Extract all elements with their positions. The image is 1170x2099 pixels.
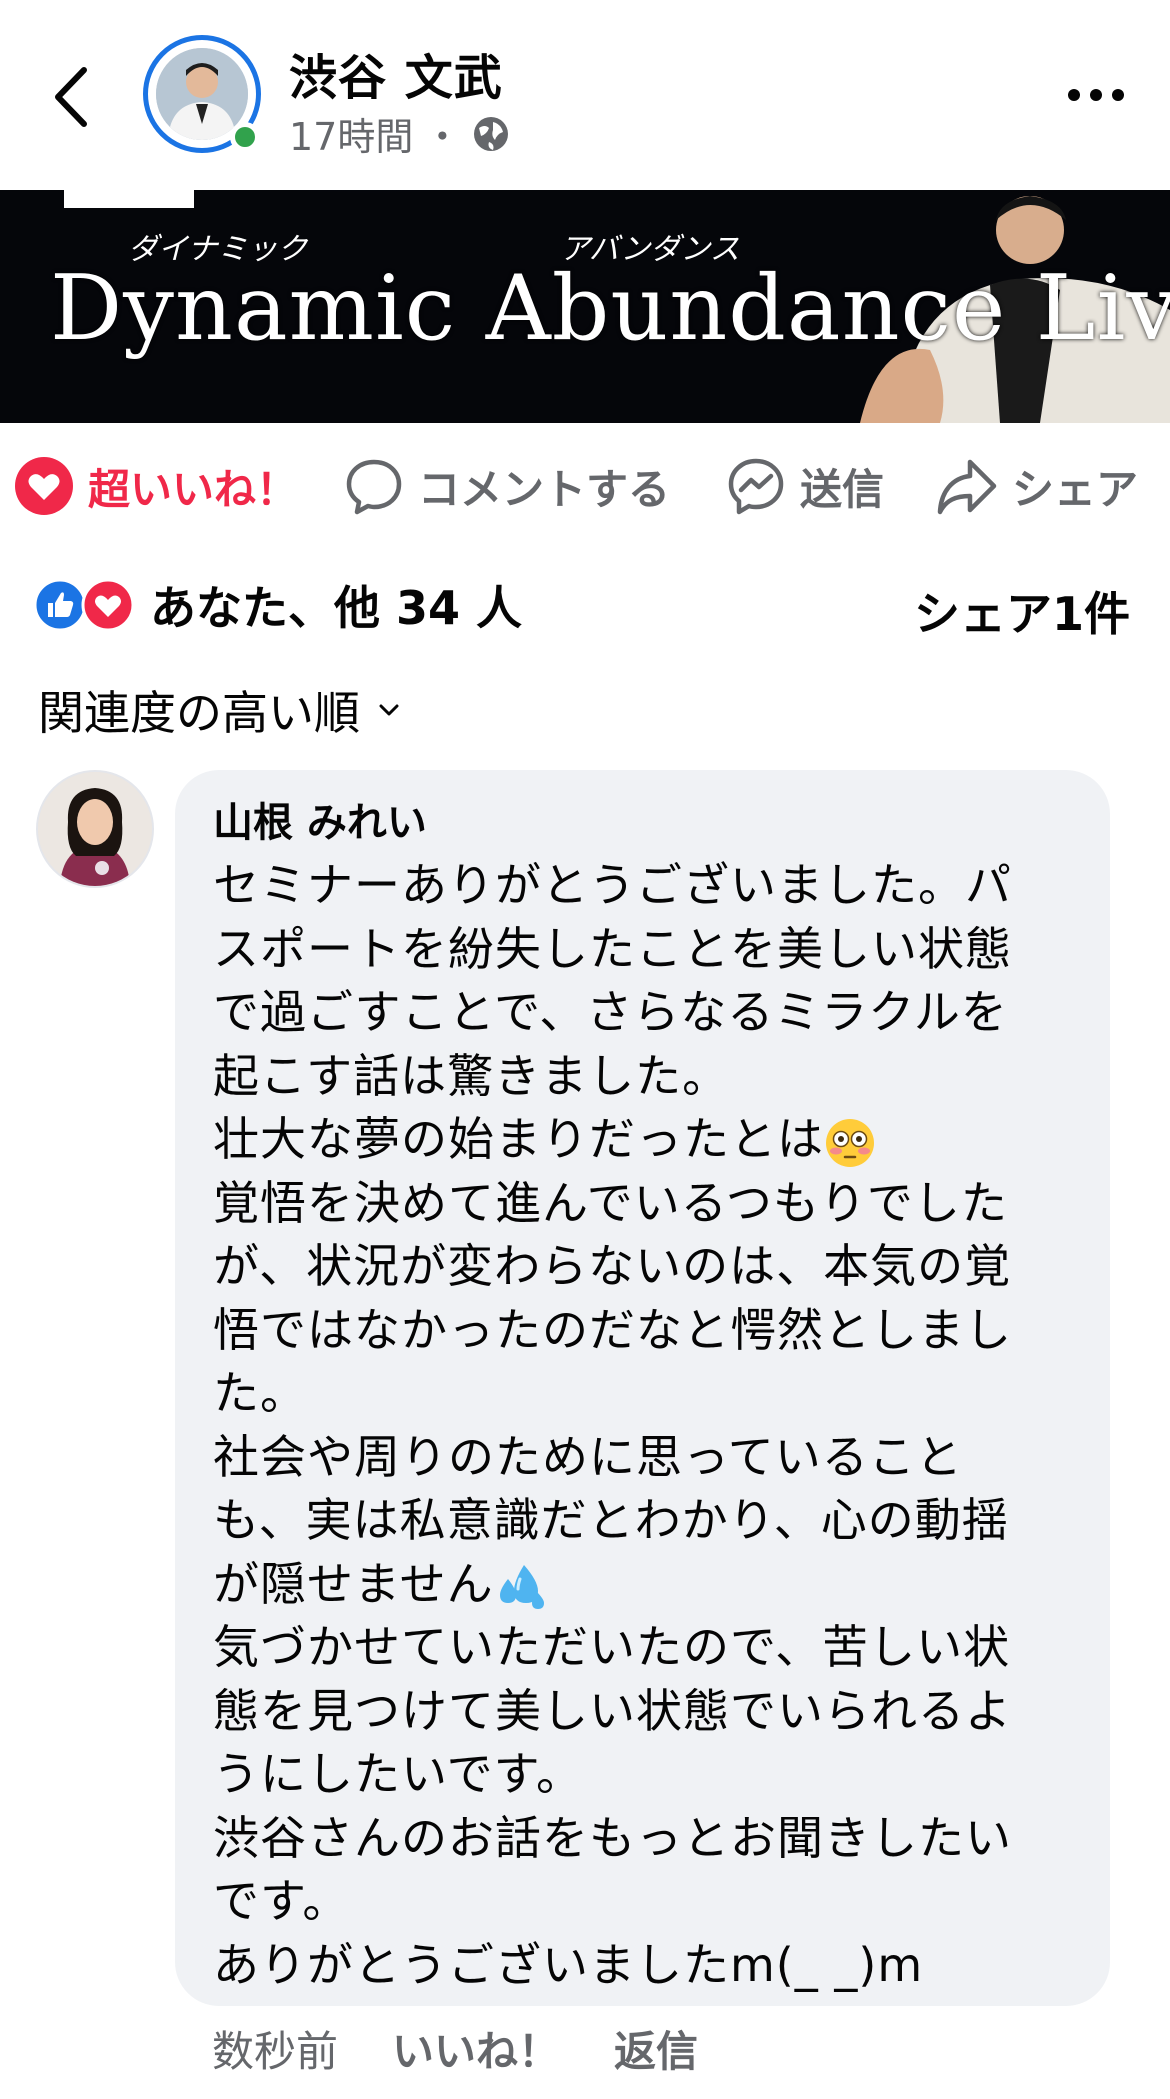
sort-label: 関連度の高い順 [38,686,360,740]
send-label: 送信 [800,464,885,514]
heart-icon [15,457,73,515]
comment-bubble-icon [346,459,402,515]
comment-reply-button[interactable]: 返信 [614,2018,698,2079]
comment-line: うにしたいです。 [213,1747,584,1801]
comment-line: セミナーありがとうございました。パ [213,858,1012,912]
meta-separator: ・ [423,115,462,159]
love-reaction-button[interactable]: 超いいね！ [14,451,298,521]
post-meta: 17時間 ・ [289,106,511,161]
comment-line: が、状況が変わらないのは、本気の覚 [213,1239,1012,1293]
more-options-icon[interactable] [1066,86,1126,104]
comment-like-button[interactable]: いいね！ [392,2018,560,2079]
back-arrow-icon[interactable] [46,62,96,132]
post-image-banner[interactable]: ダイナミック アバンダンス Dynamic Abundance Live [0,190,1170,423]
comment-time: 数秒前 [212,2027,339,2076]
comment-line: 社会や周りのために思っていること [213,1429,963,1484]
comment-body: セミナーありがとうございました。パ スポートを紛失したことを美しい状態 で過ごす… [213,854,1072,1997]
comment-line: 起こす話は驚きました。 [213,1048,730,1103]
comment-line: た。 [213,1366,307,1420]
share-label: シェア [1012,464,1139,514]
comment-sort-dropdown[interactable]: 関連度の高い順 [38,677,400,743]
send-button[interactable]: 送信 [726,451,884,521]
share-arrow-icon [937,459,997,515]
comment-label: コメントする [418,464,671,514]
comment-line: 気づかせていただいたので、苦しい状 [213,1620,1011,1674]
comment-line: 渋谷さんのお話をもっとお聞きしたい [213,1810,1012,1865]
post-action-bar: 超いいね！ コメントする 送信 シェア [0,423,1170,543]
comment-line: 悟ではなかったのだなと愕然としまし [213,1302,1012,1357]
love-label: 超いいね！ [88,464,299,514]
shares-count[interactable]: シェア1件 [914,578,1130,644]
comment-line: スポートを紛失したことを美しい状態 [213,921,1012,976]
comment-line-with-emoji: が隠せません [213,1553,1072,1617]
post-time[interactable]: 17時間 [289,106,413,161]
comment-button[interactable]: コメントする [344,451,670,521]
globe-icon [474,116,509,151]
comment-line-with-emoji: 壮大な夢の始まりだったとは [213,1108,1072,1172]
comment-line: 態を見つけて美しい状態でいられるよ [213,1683,1012,1738]
share-button[interactable]: シェア [936,451,1138,521]
banner-badge [64,190,194,208]
flushed-face-emoji-icon [826,1118,874,1167]
comment-line: で過ごすことで、さらなるミラクルを [213,985,1008,1039]
comment-bubble[interactable]: 山根 みれい セミナーありがとうございました。パ スポートを紛失したことを美しい… [175,770,1110,2006]
commenter-avatar[interactable] [36,770,154,888]
post-header: 渋谷 文武 17時間 ・ [0,0,1170,190]
comment-line: です。 [213,1874,350,1928]
comment-line-text: が隠せません [213,1556,494,1611]
reactions-summary[interactable]: あなた、他 34 人 [34,572,522,638]
comment-line: ありがとうございましたm(_ _)m [213,1937,924,1992]
author-avatar[interactable] [143,35,261,153]
chevron-down-icon [379,704,399,716]
banner-title: Dynamic Abundance Live [50,256,1170,361]
reaction-icons [34,578,135,632]
reactions-summary-text: あなた、他 34 人 [150,581,523,635]
post-author-name[interactable]: 渋谷 文武 [289,38,503,108]
comment-line-text: 壮大な夢の始まりだったとは [213,1112,824,1166]
comment-line: も、実は私意識だとわかり、心の動揺 [213,1493,1009,1547]
messenger-icon [728,458,784,515]
sweat-droplets-emoji-icon [499,1565,544,1609]
comment-line: 覚悟を決めて進んでいるつもりでした [213,1175,1008,1230]
commenter-name[interactable]: 山根 みれい [213,796,1072,850]
online-status-dot [230,122,260,152]
comment-actions: 数秒前 いいね！ 返信 [212,2018,698,2079]
